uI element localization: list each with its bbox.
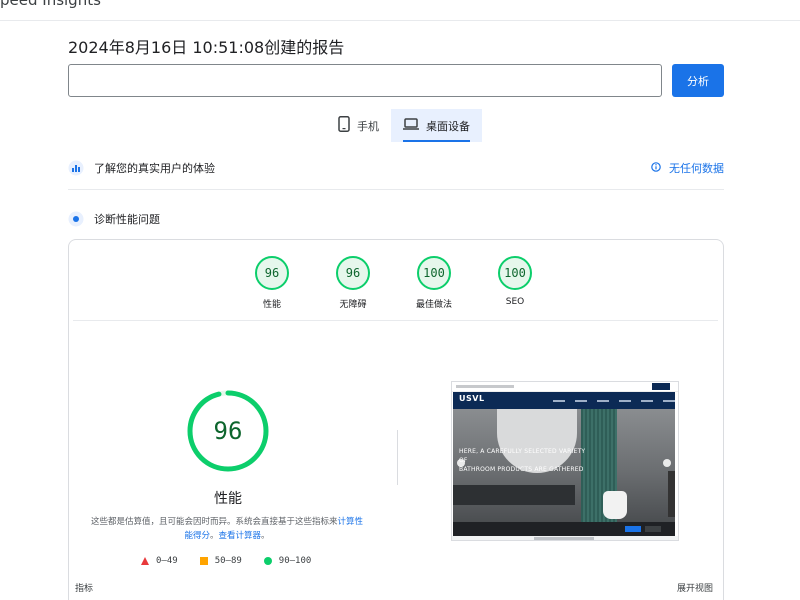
performance-score: 96 bbox=[213, 417, 243, 445]
app-brand: peed Insights bbox=[0, 0, 101, 9]
lighthouse-icon bbox=[68, 211, 84, 227]
estimate-note-mid: 。 bbox=[209, 531, 219, 541]
users-chart-icon bbox=[68, 160, 84, 176]
screenshot-prev-icon bbox=[457, 459, 465, 467]
tab-desktop[interactable]: 桌面设备 bbox=[391, 109, 482, 142]
gauge-seo-score: 100 bbox=[498, 256, 532, 290]
tab-mobile-label: 手机 bbox=[357, 119, 379, 133]
gauge-best-practices[interactable]: 100 最佳做法 bbox=[416, 256, 452, 310]
screenshot-hero-line2: BATHROOM PRODUCTS ARE GATHERED bbox=[459, 466, 584, 473]
field-data-section: 了解您的真实用户的体验 无任何数据 bbox=[68, 156, 724, 180]
url-input[interactable] bbox=[68, 64, 662, 97]
card-divider bbox=[73, 320, 718, 321]
app-header: peed Insights bbox=[0, 0, 800, 21]
field-data-label: 了解您的真实用户的体验 bbox=[94, 162, 215, 175]
gauge-best-practices-score: 100 bbox=[417, 256, 451, 290]
section-divider bbox=[68, 189, 724, 190]
laptop-icon bbox=[403, 118, 419, 133]
info-icon bbox=[651, 161, 661, 175]
smartphone-icon bbox=[338, 116, 350, 135]
gauge-accessibility-label: 无障碍 bbox=[339, 300, 367, 310]
fail-triangle-icon bbox=[141, 557, 149, 565]
gauge-performance[interactable]: 96 性能 bbox=[254, 256, 290, 310]
metrics-label: 指标 bbox=[75, 584, 94, 594]
expand-view-link[interactable]: 展开视图 bbox=[677, 581, 713, 594]
screenshot-next-icon bbox=[663, 459, 671, 467]
pass-circle-icon bbox=[263, 557, 272, 565]
diagnostics-section: 诊断性能问题 bbox=[68, 207, 724, 231]
screenshot-nav: USVL bbox=[453, 392, 675, 409]
score-legend: 0–49 50–89 90–100 bbox=[141, 556, 311, 566]
legend-average: 50–89 bbox=[199, 556, 242, 566]
analyze-button[interactable]: 分析 bbox=[672, 64, 724, 97]
performance-title: 性能 bbox=[214, 491, 242, 507]
gauge-accessibility[interactable]: 96 无障碍 bbox=[335, 256, 371, 310]
calculator-link[interactable]: 查看计算器 bbox=[219, 531, 262, 541]
final-screenshot[interactable]: USVL HERE, A CAREFULLY SELECTED VARIETY … bbox=[451, 381, 679, 541]
gauge-best-practices-label: 最佳做法 bbox=[416, 300, 453, 310]
average-square-icon bbox=[199, 557, 208, 565]
lighthouse-report-card: 96 性能 96 无障碍 100 最佳做法 100 SEO 96 性能 这些都是… bbox=[68, 239, 724, 600]
estimate-note-end: 。 bbox=[261, 531, 270, 541]
vertical-separator bbox=[397, 430, 398, 485]
screenshot-hero: HERE, A CAREFULLY SELECTED VARIETY OF BA… bbox=[453, 409, 675, 522]
gauge-performance-label: 性能 bbox=[262, 300, 281, 310]
device-tabs: 手机 桌面设备 bbox=[326, 109, 482, 142]
screenshot-hero-text: HERE, A CAREFULLY SELECTED VARIETY OF BA… bbox=[459, 447, 589, 474]
legend-pass-range: 90–100 bbox=[278, 556, 312, 566]
gauge-performance-score: 96 bbox=[255, 256, 289, 290]
estimate-note: 这些都是估算值，且可能会因时而异。系统会直接基于这些指标来计算性能得分。查看计算… bbox=[87, 515, 367, 543]
report-title: 2024年8月16日 10:51:08创建的报告 bbox=[68, 38, 345, 57]
category-gauges: 96 性能 96 无障碍 100 最佳做法 100 SEO bbox=[254, 256, 533, 310]
gauge-seo[interactable]: 100 SEO bbox=[497, 256, 533, 310]
screenshot-cookie-bar bbox=[453, 522, 675, 536]
no-data-status[interactable]: 无任何数据 bbox=[651, 160, 724, 176]
screenshot-bottom bbox=[452, 536, 678, 540]
gauge-seo-label: SEO bbox=[505, 297, 525, 307]
diagnostics-label: 诊断性能问题 bbox=[94, 213, 160, 226]
screenshot-hero-line1: HERE, A CAREFULLY SELECTED VARIETY OF bbox=[459, 448, 586, 464]
no-data-label: 无任何数据 bbox=[669, 162, 724, 175]
screenshot-logo: USVL bbox=[459, 394, 485, 403]
gauge-accessibility-score: 96 bbox=[336, 256, 370, 290]
tab-mobile[interactable]: 手机 bbox=[326, 109, 391, 142]
legend-fail: 0–49 bbox=[141, 556, 178, 566]
estimate-note-text: 这些都是估算值，且可能会因时而异。系统会直接基于这些指标来 bbox=[90, 517, 338, 527]
tab-desktop-label: 桌面设备 bbox=[426, 119, 470, 133]
screenshot-topbar bbox=[452, 382, 678, 392]
legend-average-range: 50–89 bbox=[214, 556, 242, 566]
legend-fail-range: 0–49 bbox=[156, 556, 178, 566]
legend-pass: 90–100 bbox=[263, 556, 312, 566]
